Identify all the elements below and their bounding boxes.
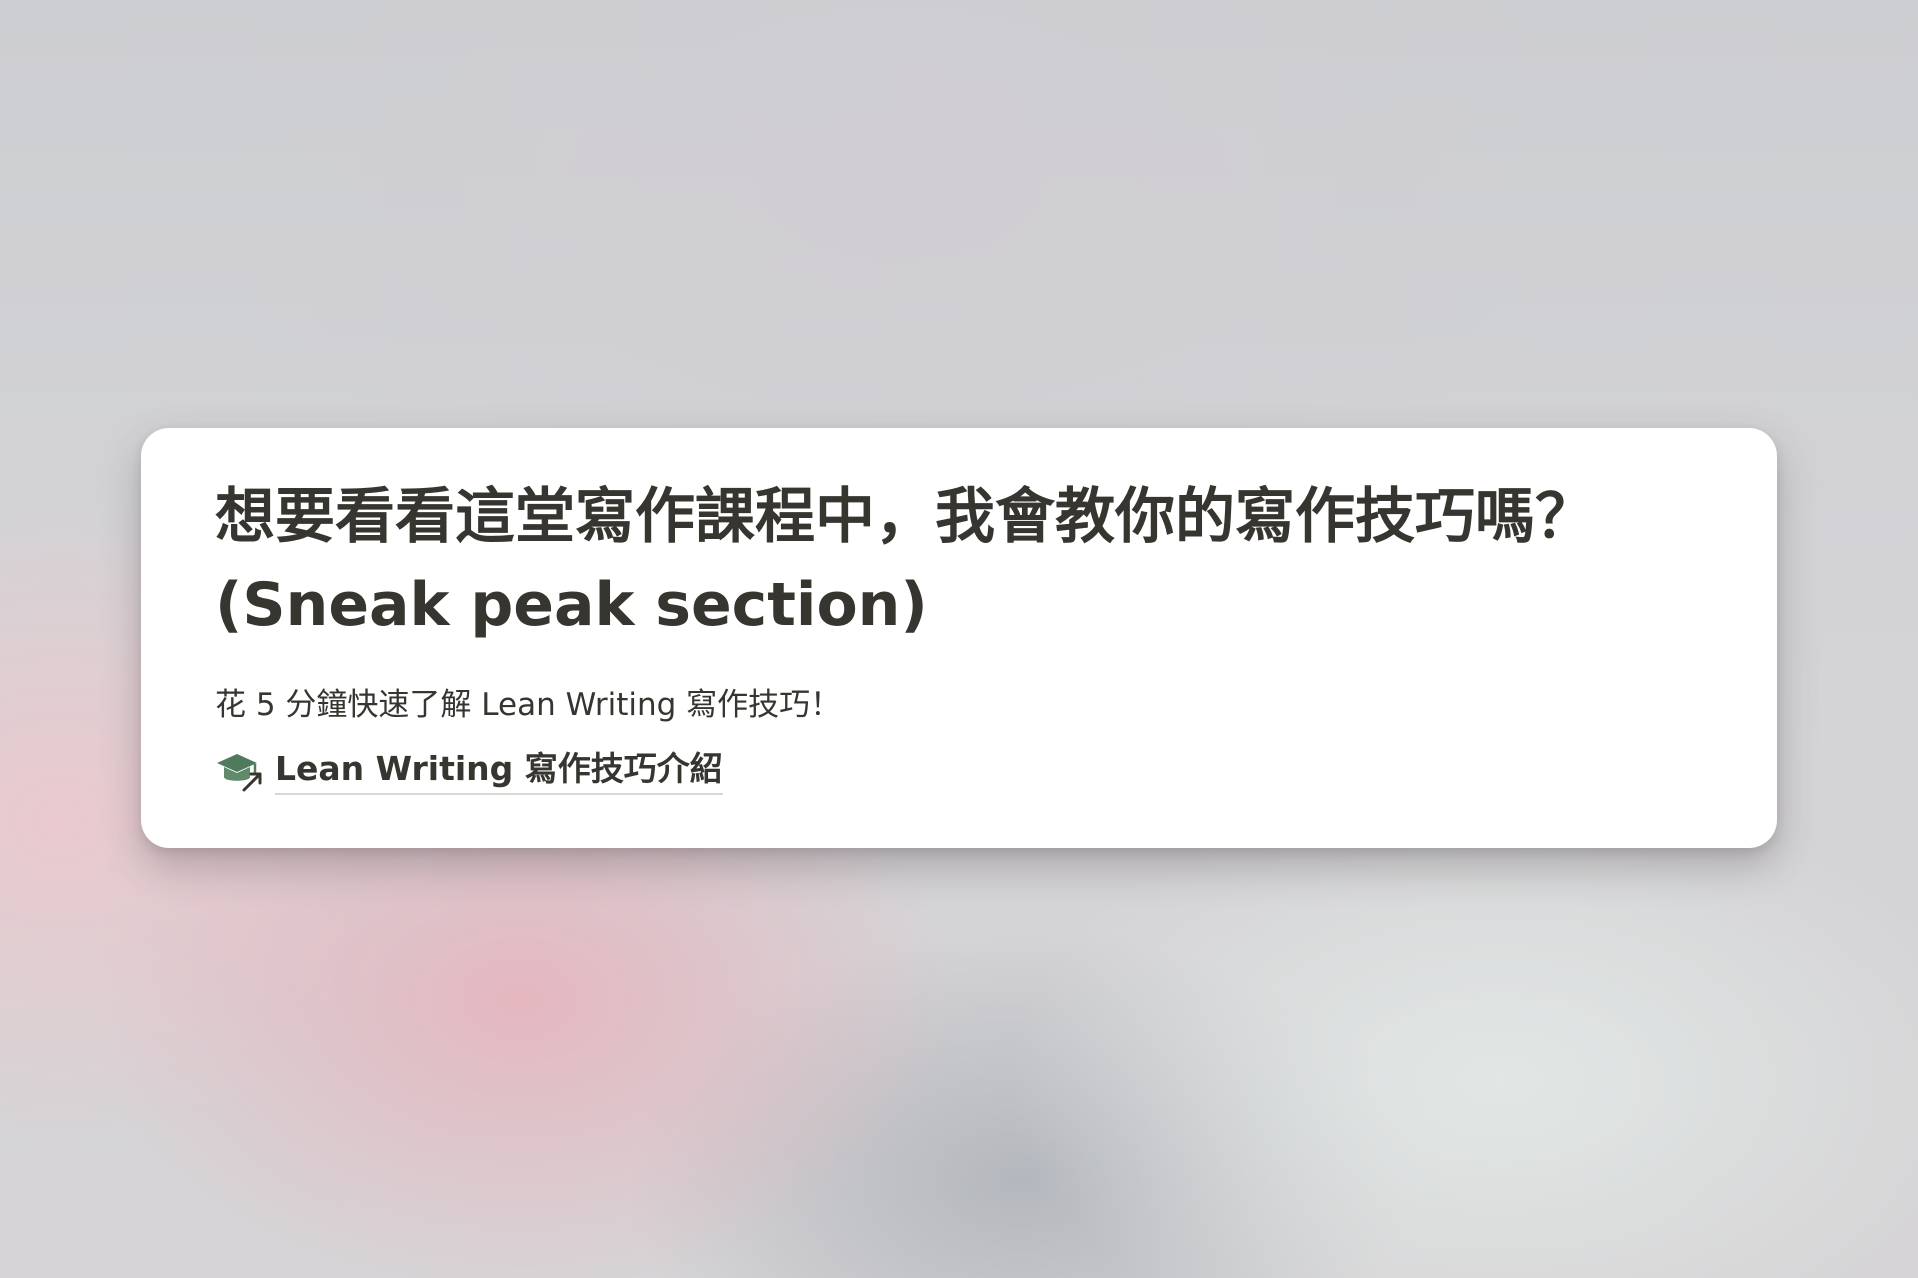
callout-card: 想要看看這堂寫作課程中，我會教你的寫作技巧嗎？ (Sneak peak sect… [141,428,1777,848]
lean-writing-link-label: Lean Writing 寫作技巧介紹 [275,747,723,795]
lean-writing-link[interactable]: Lean Writing 寫作技巧介紹 [215,747,723,795]
card-subtitle: 花 5 分鐘快速了解 Lean Writing 寫作技巧！ [215,687,842,723]
card-title: 想要看看這堂寫作課程中，我會教你的寫作技巧嗎？ (Sneak peak sect… [215,482,1595,640]
graduation-cap-icon [215,749,263,793]
